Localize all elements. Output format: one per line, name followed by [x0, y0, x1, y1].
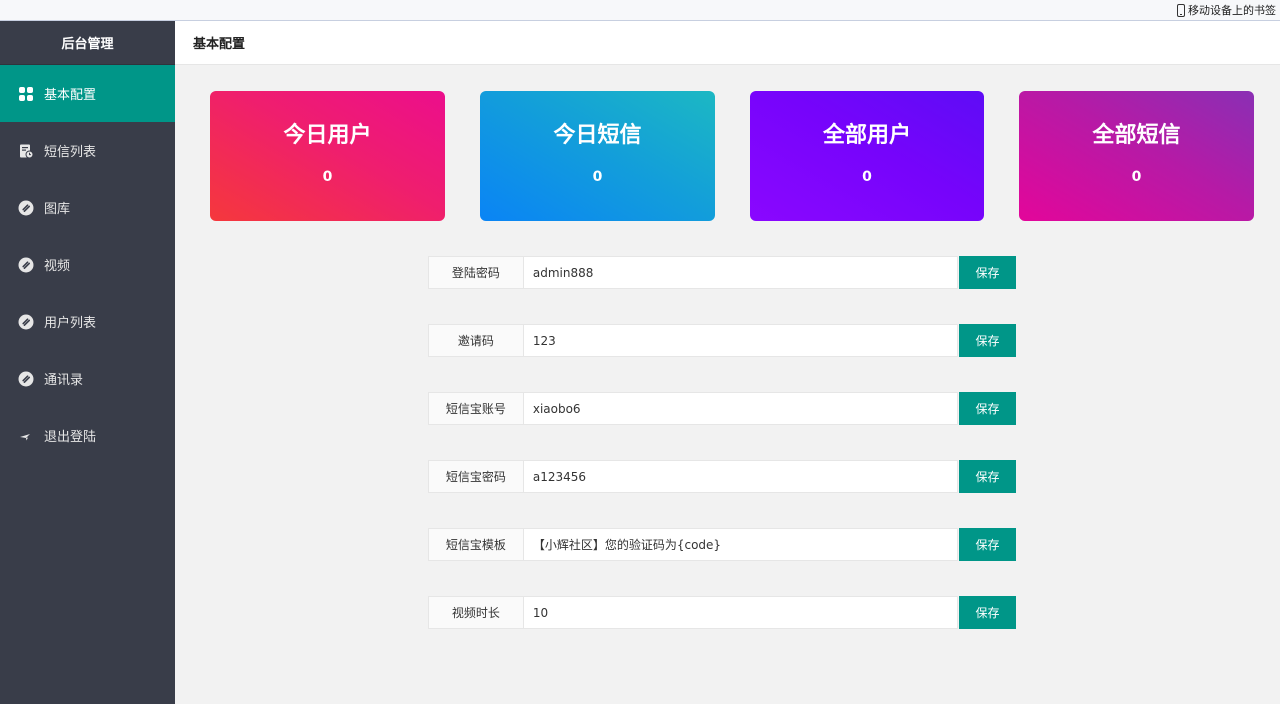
sidebar-item-label: 退出登陆	[44, 430, 97, 445]
form-label: 邀请码	[428, 324, 523, 357]
stat-card-value: 0	[862, 169, 872, 185]
message-list-icon	[18, 143, 34, 159]
grid-icon	[18, 86, 34, 102]
link-icon	[18, 257, 34, 273]
stat-card-all-sms: 全部短信 0	[1019, 91, 1254, 221]
sidebar-item-label: 短信列表	[44, 145, 97, 160]
sidebar-item-label: 视频	[44, 259, 71, 274]
form-row-invite-code: 邀请码 保存	[428, 324, 1017, 357]
form-label: 短信宝密码	[428, 460, 523, 493]
form-row-video-duration: 视频时长 保存	[428, 596, 1017, 629]
sidebar-item-label: 通讯录	[44, 373, 84, 388]
save-button[interactable]: 保存	[959, 460, 1017, 493]
sidebar-item-label: 基本配置	[44, 88, 97, 103]
link-icon	[18, 371, 34, 387]
form-row-login-password: 登陆密码 保存	[428, 256, 1017, 289]
video-duration-input[interactable]	[522, 596, 959, 629]
form-row-sms-account: 短信宝账号 保存	[428, 392, 1017, 425]
stat-card-title: 全部用户	[822, 123, 911, 148]
stat-card-all-users: 全部用户 0	[750, 91, 984, 221]
mobile-bookmarks-link[interactable]: 移动设备上的书签	[1177, 2, 1276, 18]
sidebar-item-gallery[interactable]: 图库	[0, 179, 175, 236]
sms-account-input[interactable]	[522, 392, 959, 425]
stat-card-title: 今日短信	[553, 123, 642, 148]
sidebar-item-logout[interactable]: 退出登陆	[0, 407, 175, 464]
sidebar-item-label: 图库	[44, 202, 71, 217]
sms-password-input[interactable]	[522, 460, 959, 493]
logout-icon	[18, 428, 34, 444]
form-label: 短信宝模板	[428, 528, 523, 561]
sidebar-item-user-list[interactable]: 用户列表	[0, 293, 175, 350]
sidebar-title: 后台管理	[0, 21, 175, 65]
form-row-sms-password: 短信宝密码 保存	[428, 460, 1017, 493]
invite-code-input[interactable]	[522, 324, 959, 357]
form-label: 短信宝账号	[428, 392, 523, 425]
bookmark-bar: 移动设备上的书签	[0, 0, 1280, 21]
stat-card-value: 0	[1131, 169, 1142, 185]
sms-template-input[interactable]	[522, 528, 959, 561]
stat-card-today-sms: 今日短信 0	[480, 91, 715, 221]
save-button[interactable]: 保存	[959, 528, 1017, 561]
link-icon	[18, 314, 34, 330]
mobile-bookmarks-label: 移动设备上的书签	[1188, 4, 1276, 17]
sidebar-item-sms-list[interactable]: 短信列表	[0, 122, 175, 179]
page-header: 基本配置	[175, 21, 1280, 65]
stat-card-title: 全部短信	[1092, 123, 1181, 148]
save-button[interactable]: 保存	[959, 324, 1017, 357]
save-button[interactable]: 保存	[959, 256, 1017, 289]
link-icon	[18, 200, 34, 216]
sidebar-item-video[interactable]: 视频	[0, 236, 175, 293]
sidebar-item-label: 用户列表	[44, 316, 97, 331]
form-row-sms-template: 短信宝模板 保存	[428, 528, 1017, 561]
stat-card-title: 今日用户	[283, 123, 372, 148]
stat-card-value: 0	[592, 169, 603, 185]
form-label: 视频时长	[428, 596, 523, 629]
sidebar-item-basic-config[interactable]: 基本配置	[0, 65, 175, 122]
stat-card-today-users: 今日用户 0	[210, 91, 445, 221]
sidebar: 后台管理 基本配置 短信列表 图库 视频 用户列表 通讯录 退出登陆	[0, 21, 175, 704]
save-button[interactable]: 保存	[959, 596, 1017, 629]
phone-icon	[1177, 3, 1185, 17]
stat-card-value: 0	[322, 169, 333, 185]
login-password-input[interactable]	[522, 256, 959, 289]
form-label: 登陆密码	[428, 256, 523, 289]
sidebar-item-contacts[interactable]: 通讯录	[0, 350, 175, 407]
save-button[interactable]: 保存	[959, 392, 1017, 425]
page-title: 基本配置	[193, 37, 246, 52]
